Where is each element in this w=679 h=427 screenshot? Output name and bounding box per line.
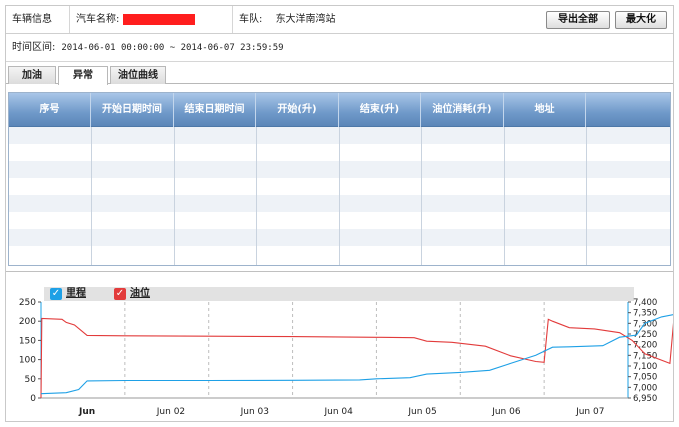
x-axis-tick-label: Jun 03: [240, 407, 269, 417]
fleet-label: 车队:: [239, 14, 263, 25]
column-header-consumption[interactable]: 油位消耗(升): [421, 93, 504, 127]
fuel-level-line: [40, 317, 673, 399]
time-range-bar: 时间区间: 2014-06-01 00:00:00 ~ 2014-06-07 23…: [6, 34, 673, 62]
vehicle-info-label: 车辆信息: [6, 6, 70, 33]
column-header-start-time[interactable]: 开始日期时间: [91, 93, 174, 127]
column-divider: [421, 127, 422, 265]
mileage-line: [40, 314, 673, 395]
x-axis-tick-label: Jun 04: [323, 407, 353, 417]
tab-abnormal[interactable]: 异常: [58, 66, 108, 85]
car-name-cell: 汽车名称:: [70, 6, 233, 33]
x-axis-tick-label: Jun 07: [575, 407, 604, 417]
right-axis-tick-label: 7,300: [633, 319, 657, 329]
x-axis-tick-label: Jun 05: [407, 407, 436, 417]
tab-fuel-curve[interactable]: 油位曲线: [110, 66, 166, 84]
left-axis-tick-label: 250: [19, 298, 36, 308]
fuel-chart-panel: ✓ 里程 ✓ 油位 0 50 100 150 200 250 6,950 7,000 7,050…: [6, 271, 673, 421]
right-axis-tick-label: 7,050: [633, 373, 657, 383]
right-axis-tick-label: 7,100: [633, 362, 657, 372]
time-range-value: 2014-06-01 00:00:00 ~ 2014-06-07 23:59:5…: [61, 43, 284, 53]
left-axis-tick-label: 100: [19, 356, 36, 366]
right-axis-tick-label: 7,000: [633, 383, 657, 393]
abnormal-table: 序号 开始日期时间 结束日期时间 开始(升) 结束(升) 油位消耗(升) 地址: [8, 92, 671, 266]
column-divider: [256, 127, 257, 265]
column-header-filler: [586, 93, 670, 127]
column-header-end-liters[interactable]: 结束(升): [339, 93, 421, 127]
maximize-button[interactable]: 最大化: [615, 11, 667, 29]
column-divider: [339, 127, 340, 265]
right-axis-tick-label: 7,350: [633, 309, 657, 319]
info-bar: 车辆信息 汽车名称: 车队: 东大洋南湾站 导出全部 最大化: [6, 6, 673, 34]
tab-strip: 加油 异常 油位曲线: [6, 66, 673, 85]
column-divider: [174, 127, 175, 265]
column-header-start-liters[interactable]: 开始(升): [256, 93, 339, 127]
tab-refuel[interactable]: 加油: [8, 66, 56, 84]
x-axis-tick-label: Jun 02: [156, 407, 185, 417]
column-divider: [91, 127, 92, 265]
left-axis-tick-label: 50: [25, 375, 37, 385]
fuel-mileage-chart: 0 50 100 150 200 250 6,9507,0007,0507,1007,150…: [19, 298, 673, 417]
export-all-button[interactable]: 导出全部: [546, 11, 610, 29]
fleet-value: 东大洋南湾站: [275, 14, 336, 25]
column-divider: [504, 127, 505, 265]
column-header-end-time[interactable]: 结束日期时间: [174, 93, 256, 127]
left-axis-tick-label: 200: [19, 317, 36, 327]
right-axis-tick-label: 7,150: [633, 351, 657, 361]
car-name-redacted: [123, 13, 196, 25]
window: 车辆信息 汽车名称: 车队: 东大洋南湾站 导出全部 最大化 时间区间: 2014…: [5, 5, 674, 422]
table-header: 序号 开始日期时间 结束日期时间 开始(升) 结束(升) 油位消耗(升) 地址: [9, 93, 670, 127]
right-axis-tick-label: 7,400: [633, 298, 657, 308]
right-axis-tick-label: 6,950: [633, 394, 657, 404]
x-axis-tick-label: Jun 06: [491, 407, 521, 417]
column-divider: [586, 127, 587, 265]
column-header-index[interactable]: 序号: [9, 93, 91, 127]
left-axis-tick-label: 0: [30, 394, 36, 404]
x-axis-tick-label: Jun: [78, 407, 95, 417]
car-name-label: 汽车名称:: [76, 14, 120, 25]
left-axis-tick-label: 150: [19, 336, 36, 346]
time-range-label: 时间区间:: [12, 42, 56, 53]
column-header-address[interactable]: 地址: [504, 93, 586, 127]
